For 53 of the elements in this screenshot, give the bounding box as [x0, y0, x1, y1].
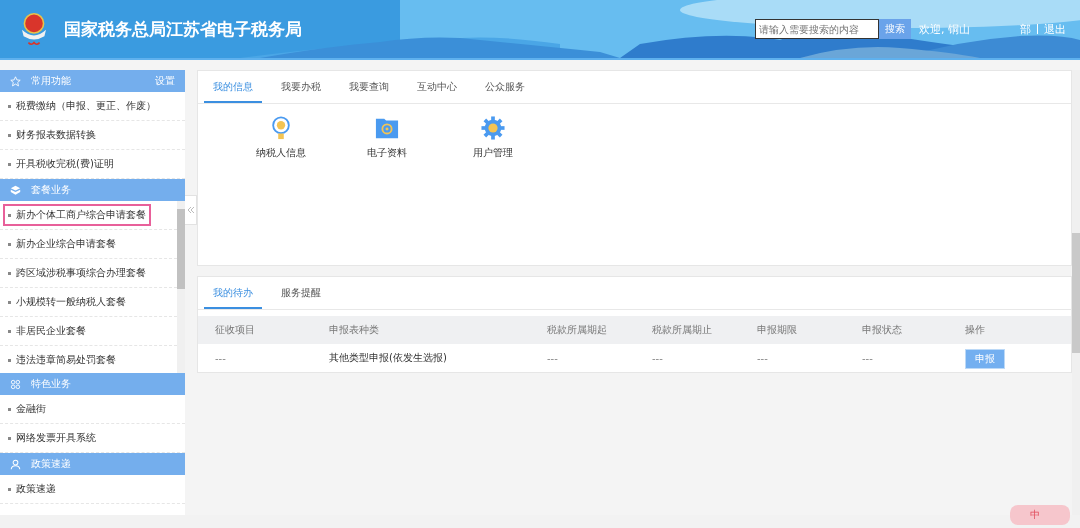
tile-label[interactable]: 电子资料 — [367, 146, 407, 160]
page-scrollbar[interactable] — [1072, 70, 1080, 516]
column-header: 申报表种类 — [329, 323, 380, 337]
gear-icon — [481, 116, 505, 140]
menu-item[interactable]: 违法违章简易处罚套餐 — [3, 349, 121, 371]
table-cell-text: --- — [547, 352, 559, 364]
search-field[interactable]: 请输入需要搜索的内容 — [755, 19, 879, 39]
site-title: 国家税务总局江苏省电子税务局 — [64, 17, 302, 41]
table-cell-text: 其他类型申报(依发生选报) — [329, 351, 448, 365]
column-header: 申报期限 — [757, 323, 798, 337]
tab[interactable]: 我的信息 — [204, 71, 262, 103]
menu-item[interactable]: 财务报表数据转换 — [3, 124, 101, 146]
menu-item[interactable]: 新办个体工商户综合申请套餐 — [3, 204, 151, 226]
menu-item[interactable]: 跨区域涉税事项综合办理套餐 — [3, 262, 151, 284]
menu-item[interactable]: 金融街 — [3, 398, 51, 420]
tab[interactable]: 互动中心 — [408, 71, 466, 103]
section-title: 政策速递 — [31, 457, 72, 471]
table-cell-text: --- — [862, 352, 874, 364]
collapse-button[interactable] — [185, 195, 197, 225]
tab[interactable]: 我要查询 — [340, 71, 398, 103]
menu-item[interactable]: 网络发票开具系统 — [3, 427, 101, 449]
column-header: 税款所属期起 — [547, 323, 608, 337]
menu-item[interactable]: 税费缴纳（申报、更正、作废） — [3, 95, 161, 117]
menu-item[interactable]: 新办企业综合申请套餐 — [3, 233, 121, 255]
column-header: 申报状态 — [862, 323, 903, 337]
column-header: 征收项目 — [215, 323, 256, 337]
user-badge-icon — [269, 116, 293, 140]
folder-icon — [375, 116, 399, 140]
star-icon — [10, 75, 21, 87]
tile-label[interactable]: 用户管理 — [473, 146, 513, 160]
menu-item[interactable]: 开具税收完税(费)证明 — [3, 153, 119, 175]
table-cell-text: --- — [215, 352, 227, 364]
section-title: 常用功能 — [31, 74, 72, 88]
tab[interactable]: 我要办税 — [272, 71, 330, 103]
section-title: 套餐业务 — [31, 183, 72, 197]
column-header: 操作 — [965, 323, 986, 337]
menu-item[interactable]: 非居民企业套餐 — [3, 320, 91, 342]
table-cell-text: --- — [652, 352, 664, 364]
grid-icon — [10, 378, 21, 390]
tile-label[interactable]: 纳税人信息 — [256, 146, 306, 160]
scrollbar[interactable] — [177, 201, 185, 373]
tab[interactable]: 我的待办 — [204, 277, 262, 309]
column-header: 税款所属期止 — [652, 323, 713, 337]
welcome-text: 欢迎, 铜山 — [919, 21, 970, 37]
double-chevron-icon — [185, 205, 196, 215]
menu-item[interactable]: 小规模转一般纳税人套餐 — [3, 291, 131, 313]
tab[interactable]: 公众服务 — [476, 71, 534, 103]
section-title: 特色业务 — [31, 377, 72, 391]
person-icon — [10, 458, 21, 470]
cube-icon — [10, 184, 21, 196]
tab[interactable]: 服务提醒 — [272, 277, 330, 309]
table-cell-text: --- — [757, 352, 769, 364]
menu-item[interactable]: 政策速递 — [3, 478, 61, 500]
